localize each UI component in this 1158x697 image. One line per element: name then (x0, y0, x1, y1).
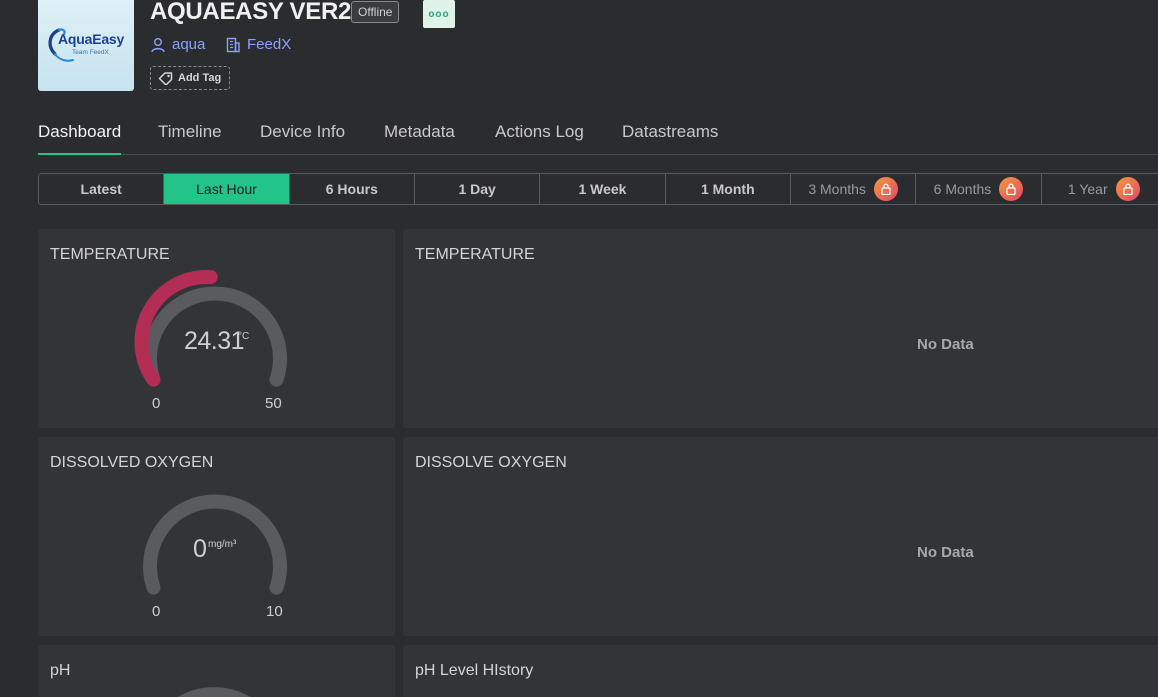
user-icon (151, 37, 165, 52)
no-data-label: No Data (917, 544, 974, 561)
widget-title: pH Level HIstory (415, 662, 534, 679)
device-owner-link[interactable]: aqua (150, 36, 205, 53)
range-latest[interactable]: Latest (39, 174, 165, 204)
device-tabs: Dashboard Timeline Device Info Metadata … (38, 118, 1158, 155)
range-6-months[interactable]: 6 Months (916, 174, 1042, 204)
tab-dashboard[interactable]: Dashboard (38, 122, 122, 155)
temperature-chart-widget[interactable]: TEMPERATURE No Data (403, 229, 1158, 428)
tag-icon (158, 71, 173, 85)
lock-icon (873, 177, 898, 201)
ellipsis-icon: ooo (428, 8, 450, 20)
tab-device-info[interactable]: Device Info (260, 122, 345, 155)
widget-title: TEMPERATURE (415, 246, 535, 263)
add-tag-button[interactable]: Add Tag (150, 66, 231, 90)
gauge-max: 10 (266, 603, 283, 620)
device-logo: AquaEasy Team FeedX (38, 0, 134, 91)
building-icon (226, 37, 240, 52)
status-badge: Offline (351, 1, 400, 23)
add-tag-label: Add Tag (178, 72, 222, 84)
device-title: AQUAEASY VER2 (150, 0, 352, 25)
organization-name: FeedX (247, 36, 292, 53)
lock-icon (999, 177, 1024, 201)
tab-datastreams[interactable]: Datastreams (622, 122, 718, 155)
dissolved-oxygen-chart-widget[interactable]: DISSOLVE OXYGEN No Data (403, 437, 1158, 636)
device-dashboard: AquaEasy Team FeedX AQUAEASY VER2 Offlin… (0, 0, 1158, 697)
range-3-months[interactable]: 3 Months (790, 174, 917, 204)
gauge-unit: °C (238, 331, 250, 342)
gauge-value: 0 (193, 535, 207, 563)
gauge-unit: mg/m³ (208, 539, 237, 550)
gauge-value: 24.31 (184, 327, 245, 355)
lock-icon (1115, 177, 1140, 201)
no-data-label: No Data (917, 336, 974, 353)
ph-gauge (177, 687, 251, 697)
tab-metadata[interactable]: Metadata (384, 122, 455, 155)
range-1-month[interactable]: 1 Month (665, 174, 791, 204)
range-1-week[interactable]: 1 Week (540, 174, 666, 204)
range-last-hour[interactable]: Last Hour (164, 174, 290, 204)
ph-history-chart-widget[interactable]: pH Level HIstory (403, 645, 1158, 697)
tab-timeline[interactable]: Timeline (158, 122, 222, 155)
gauge-max: 50 (265, 395, 282, 412)
gauge-min: 0 (152, 395, 161, 412)
logo-name: AquaEasy (58, 31, 125, 47)
range-6-hours[interactable]: 6 Hours (289, 174, 415, 204)
more-actions-button[interactable]: ooo (423, 0, 455, 28)
widget-title: DISSOLVE OXYGEN (415, 454, 567, 471)
logo-subtitle: Team FeedX (72, 49, 109, 56)
dissolved-oxygen-gauge-widget[interactable]: DISSOLVED OXYGEN 0 mg/m³ 0 10 (38, 437, 395, 636)
organization-link[interactable]: FeedX (225, 36, 291, 53)
temperature-gauge-widget[interactable]: TEMPERATURE 24.31 °C 0 50 (38, 229, 395, 428)
ph-gauge-widget[interactable]: pH (38, 645, 395, 697)
tab-actions-log[interactable]: Actions Log (495, 122, 584, 155)
owner-name: aqua (172, 36, 206, 53)
gauge-min: 0 (152, 603, 161, 620)
time-range-selector: Latest Last Hour 6 Hours 1 Day 1 Week 1 … (38, 173, 1158, 205)
range-1-year[interactable]: 1 Year (1041, 174, 1158, 204)
range-1-day[interactable]: 1 Day (414, 174, 541, 204)
dissolved-oxygen-gauge (143, 494, 287, 595)
